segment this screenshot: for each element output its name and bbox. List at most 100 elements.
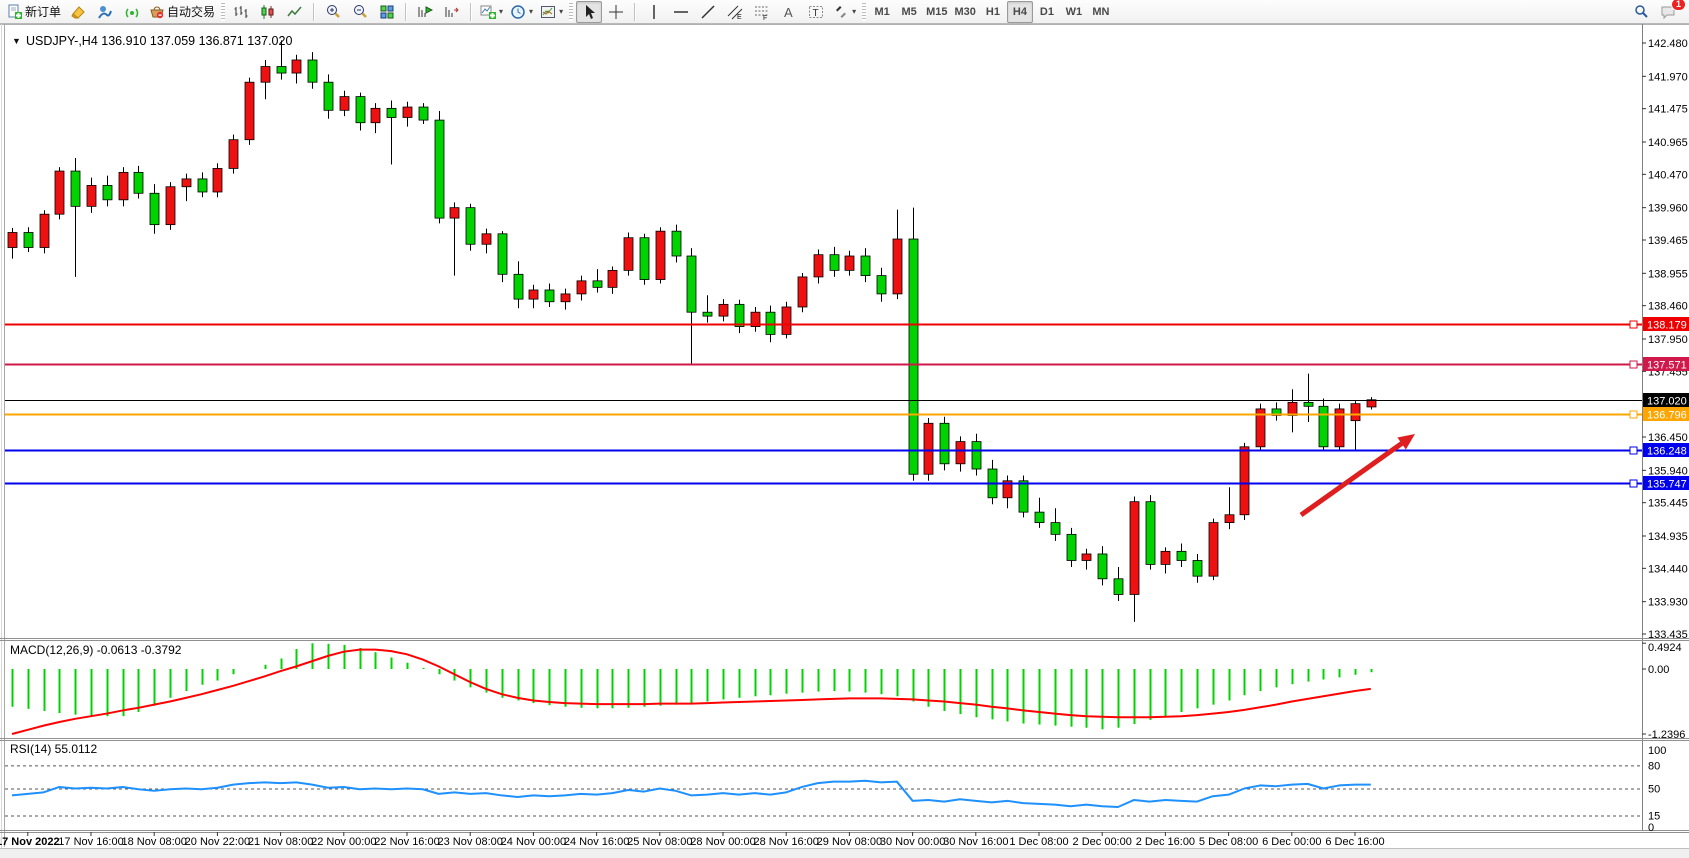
candle-body: [672, 231, 681, 256]
zoom-in-button[interactable]: [320, 1, 346, 23]
new-order-icon: [7, 4, 23, 20]
candle-body: [593, 281, 602, 288]
tile-windows-button[interactable]: [374, 1, 400, 23]
tf-m1-button[interactable]: M1: [869, 1, 895, 23]
candle-body: [577, 281, 586, 294]
cursor-tool-button[interactable]: [576, 1, 602, 23]
tf-d1-button[interactable]: D1: [1034, 1, 1060, 23]
trendline-tool-button[interactable]: [695, 1, 721, 23]
candle-body: [956, 442, 965, 464]
auto-scroll-button[interactable]: [412, 1, 438, 23]
rsi-axis-label: 100: [1648, 745, 1666, 757]
price-tick-label: 141.970: [1648, 71, 1688, 83]
indicators-button[interactable]: ▾: [477, 1, 506, 23]
candle-body: [387, 108, 396, 117]
price-tick-label: 140.470: [1648, 169, 1688, 181]
tf-m5-button[interactable]: M5: [896, 1, 922, 23]
tf-h4-button[interactable]: H4: [1007, 1, 1033, 23]
search-icon: [1633, 4, 1649, 20]
toolbar-grip: [221, 3, 225, 21]
candle-body: [213, 168, 222, 192]
tf-m30-button[interactable]: M30: [952, 1, 979, 23]
price-line-axis-label: 138.179: [1643, 317, 1689, 332]
price-line-handle: [1630, 321, 1637, 328]
eraser-button[interactable]: [65, 1, 91, 23]
price-tick-label: 135.445: [1648, 498, 1688, 510]
search-button[interactable]: [1628, 1, 1654, 23]
price-line-axis-value: 136.248: [1647, 446, 1687, 458]
horizontal-line-tool-button[interactable]: [668, 1, 694, 23]
equidistant-channel-tool-button[interactable]: E: [722, 1, 748, 23]
candle-body: [150, 193, 159, 224]
candlestick-chart-button[interactable]: [255, 1, 281, 23]
new-order-button[interactable]: 新订单: [4, 1, 64, 23]
signal-icon: [124, 4, 140, 20]
price-line-axis-label: 136.248: [1643, 443, 1689, 458]
price-tick-label: 134.440: [1648, 563, 1688, 575]
candle-body: [245, 82, 254, 139]
vertical-line-tool-button[interactable]: [641, 1, 667, 23]
crosshair-tool-button[interactable]: [603, 1, 629, 23]
indicators-dropdown-arrow: ▾: [499, 7, 503, 16]
time-axis-label: 28 Nov 16:00: [753, 836, 818, 848]
tf-mn-button[interactable]: MN: [1088, 1, 1114, 23]
main-toolbar: 新订单 自动交易 ▾ ▾ ▾ E F A T ▾ M1 M5 M15 M30 H…: [0, 0, 1689, 24]
chart-shift-icon: [444, 4, 460, 20]
time-axis-label: 17 Nov 16:00: [58, 836, 123, 848]
periods-button[interactable]: ▾: [507, 1, 536, 23]
price-tick-label: 135.940: [1648, 465, 1688, 477]
arrows-tool-button[interactable]: ▾: [830, 1, 859, 23]
macd-label: MACD(12,26,9) -0.0613 -0.3792: [10, 643, 182, 657]
candle-body: [924, 423, 933, 474]
chart-window-button[interactable]: [92, 1, 118, 23]
line-chart-button[interactable]: [282, 1, 308, 23]
templates-dropdown-arrow: ▾: [559, 7, 563, 16]
candle-body: [1351, 404, 1360, 421]
tf-h1-button[interactable]: H1: [980, 1, 1006, 23]
fibonacci-tool-button[interactable]: F: [749, 1, 775, 23]
crosshair-icon: [608, 4, 624, 20]
auto-scroll-icon: [417, 4, 433, 20]
candle-body: [119, 172, 128, 199]
time-axis-label: 25 Nov 08:00: [627, 836, 692, 848]
candle-body: [972, 442, 981, 469]
bar-chart-button[interactable]: [228, 1, 254, 23]
auto-trading-label: 自动交易: [167, 3, 215, 20]
price-line-handle: [1630, 480, 1637, 487]
candle-body: [87, 185, 96, 206]
time-axis-label: 23 Nov 08:00: [437, 836, 502, 848]
zoom-out-button[interactable]: [347, 1, 373, 23]
candle-body: [419, 107, 428, 120]
time-axis-label: 30 Nov 16:00: [943, 836, 1008, 848]
text-tool-button[interactable]: A: [776, 1, 802, 23]
new-order-label: 新订单: [25, 3, 61, 20]
chart-window[interactable]: ▼USDJPY-,H4 136.910 137.059 136.871 137.…: [0, 24, 1689, 848]
chart-title-text: USDJPY-,H4 136.910 137.059 136.871 137.0…: [26, 34, 292, 48]
price-tick-label: 137.950: [1648, 334, 1688, 346]
price-line-axis-value: 136.796: [1647, 410, 1687, 422]
price-chart-canvas[interactable]: ▼USDJPY-,H4 136.910 137.059 136.871 137.…: [0, 24, 1689, 848]
chart-shift-button[interactable]: [439, 1, 465, 23]
text-label-tool-button[interactable]: T: [803, 1, 829, 23]
notifications-button[interactable]: 1: [1655, 1, 1681, 23]
arrows-tool-icon: [833, 4, 849, 20]
tf-m15-button[interactable]: M15: [923, 1, 950, 23]
candle-body: [8, 232, 17, 247]
candle-body: [735, 304, 744, 326]
candle-body: [766, 312, 775, 334]
price-tick-label: 140.965: [1648, 137, 1688, 149]
tf-w1-button[interactable]: W1: [1061, 1, 1087, 23]
svg-text:T: T: [813, 8, 819, 19]
candle-body: [1051, 523, 1060, 535]
candle-body: [324, 82, 333, 110]
macd-axis-label: 0.00: [1648, 664, 1669, 676]
templates-button[interactable]: ▾: [537, 1, 566, 23]
candle-body: [545, 290, 554, 302]
auto-trading-icon: [149, 4, 165, 20]
signal-button[interactable]: [119, 1, 145, 23]
time-axis-label: 29 Nov 08:00: [817, 836, 882, 848]
price-tick-label: 139.465: [1648, 235, 1688, 247]
rsi-axis-label: 80: [1648, 760, 1660, 772]
auto-trading-button[interactable]: 自动交易: [146, 1, 218, 23]
time-axis-label: 22 Nov 16:00: [374, 836, 439, 848]
